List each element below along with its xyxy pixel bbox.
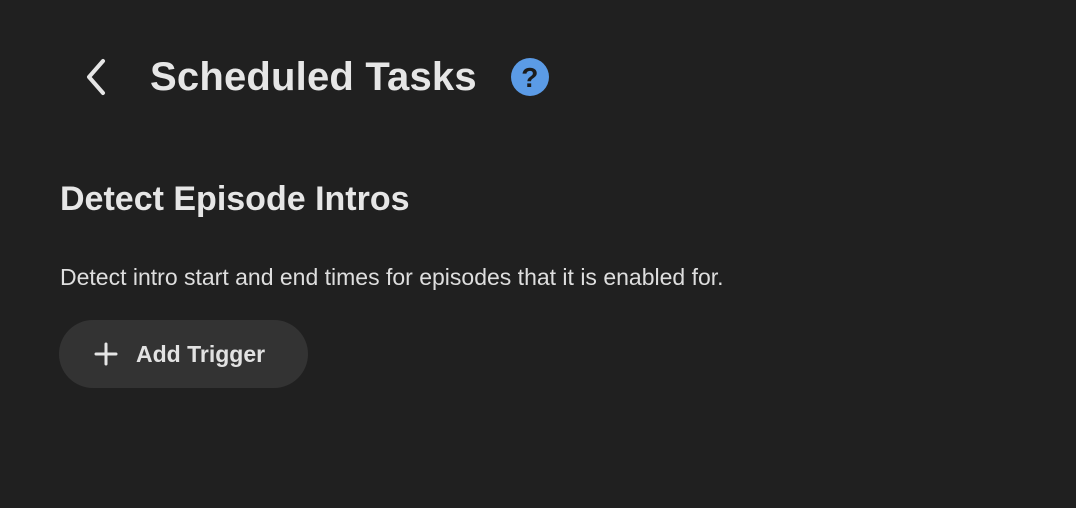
task-description: Detect intro start and end times for epi… — [60, 264, 724, 290]
back-button[interactable] — [76, 53, 118, 101]
scheduled-task-page: Scheduled Tasks ? Detect Episode Intros … — [0, 0, 1076, 508]
question-mark-icon: ? — [521, 61, 539, 93]
add-trigger-label: Add Trigger — [136, 340, 266, 367]
page-header: Scheduled Tasks ? — [76, 50, 549, 104]
task-title: Detect Episode Intros — [60, 180, 410, 218]
page-title: Scheduled Tasks — [150, 54, 477, 99]
plus-icon — [94, 342, 118, 366]
chevron-left-icon — [87, 59, 105, 95]
add-trigger-button[interactable]: Add Trigger — [59, 320, 308, 388]
help-button[interactable]: ? — [510, 58, 549, 96]
